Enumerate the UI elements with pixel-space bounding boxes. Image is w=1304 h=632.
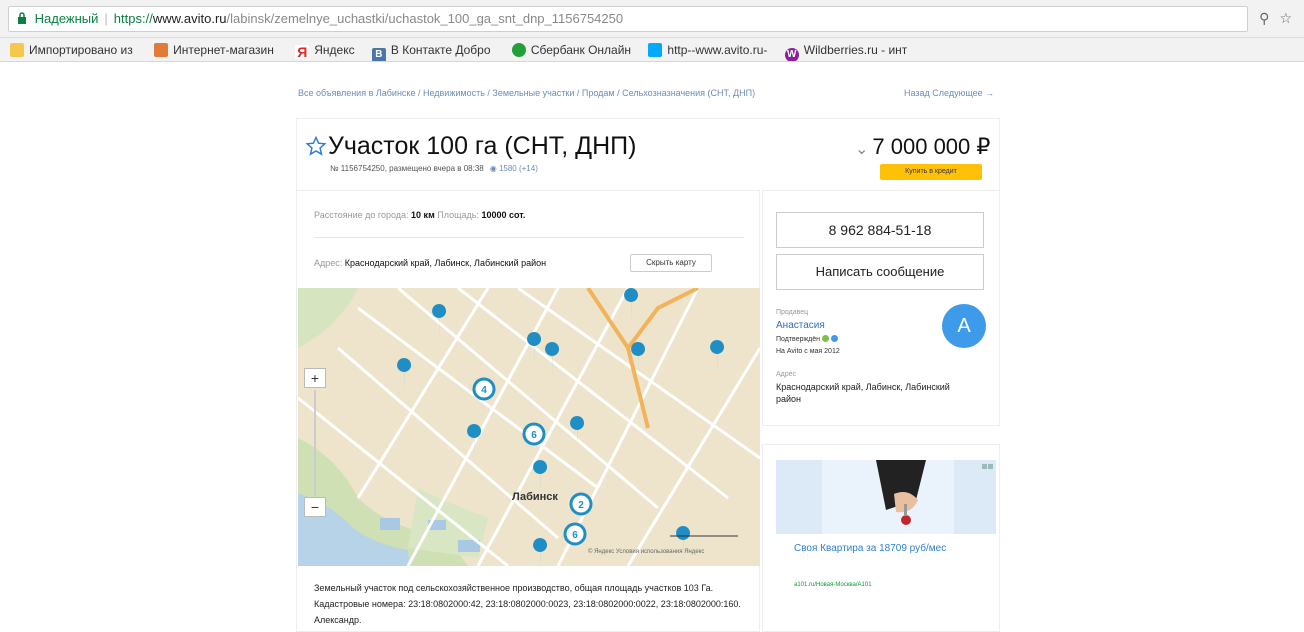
distance-label: Расстояние до города: <box>314 210 409 220</box>
write-message-button[interactable]: Написать сообщение <box>776 254 984 290</box>
bookmark-item[interactable]: W Wildberries.ru - инт <box>784 38 908 61</box>
views-count: ◉ 1580 (+14) <box>490 164 538 173</box>
map-zoom-out-button[interactable]: − <box>304 497 326 517</box>
bookmark-item[interactable]: B В Контакте Добро <box>371 38 491 61</box>
eye-icon: ◉ <box>489 164 499 173</box>
bookmark-item[interactable]: http--www.avito.ru- <box>648 38 768 61</box>
sberbank-icon <box>511 43 526 57</box>
avito-icon <box>648 43 663 57</box>
browser-toolbar: Надежный | https://www.avito.ru/labinsk/ze… <box>0 0 1304 38</box>
bookmark-label: http--www.avito.ru- <box>667 43 768 57</box>
url-scheme: https:// <box>113 11 153 26</box>
map-copyright[interactable]: © Яндекс Условия использования Яндекс <box>588 549 704 555</box>
listing-meta: № 1156754250, размещено вчера в 08:38 ◉ 1… <box>330 164 538 173</box>
breadcrumb[interactable]: Все объявления в Лабинске / Недвижимость… <box>298 88 755 98</box>
seller-since: На Avito с мая 2012 <box>776 348 840 355</box>
url-host: www.avito.ru <box>152 11 227 26</box>
bookmark-label: Интернет-магазин <box>173 43 274 57</box>
bookmark-label: Импортировано из <box>29 43 133 57</box>
vk-icon: B <box>371 48 386 61</box>
map-cluster-count: 2 <box>578 500 584 511</box>
verified-check-icon <box>822 335 830 342</box>
views-label: 1580 (+14) <box>498 164 538 173</box>
toggle-map-button[interactable]: Скрыть карту <box>630 254 712 272</box>
yandex-icon: Я <box>295 44 310 60</box>
map-cluster-count: 4 <box>481 385 487 396</box>
seller-address: Краснодарский край, Лабинск, Лабинский р… <box>776 382 950 404</box>
price-toggle-icon[interactable]: ⌄ <box>855 141 868 158</box>
price-value: 7 000 000 ₽ <box>872 134 991 159</box>
bookmark-label: Сбербанк Онлайн <box>530 43 632 57</box>
seller-verified: Подтверждён <box>776 335 839 343</box>
listing-params: Расстояние до города: 10 км Площадь: 100… <box>314 210 525 220</box>
bookmarks-bar: Импортировано из Интернет-магазин Я Яндек… <box>0 38 1304 62</box>
url-path: /labinsk/zemelnye_uchastki/uchastok_100_… <box>226 11 624 26</box>
favorite-star-icon[interactable] <box>306 136 326 156</box>
buy-on-credit-button[interactable]: Купить в кредит <box>880 164 982 180</box>
address-value: Краснодарский край, Лабинск, Лабинский р… <box>344 258 547 268</box>
bookmark-item[interactable]: Я Яндекс <box>295 38 355 61</box>
address-bar-actions: ⚲ ☆ <box>1249 10 1292 27</box>
address-label: Адрес: <box>314 258 343 268</box>
map-cluster-count: 6 <box>572 530 578 541</box>
info-icon[interactable] <box>831 335 839 342</box>
verified-label: Подтверждён <box>776 336 821 343</box>
bookmark-label: В Контакте Добро <box>390 43 491 57</box>
shop-icon <box>154 43 169 57</box>
ad-url[interactable]: a101.ru/Новая-Москва/A101 <box>794 582 872 588</box>
seller-caption: Продавец <box>776 309 809 316</box>
bookmark-star-icon[interactable]: ☆ <box>1279 10 1292 26</box>
seller-name-link[interactable]: Анастасия <box>776 320 825 331</box>
bookmark-item[interactable]: Импортировано из <box>10 38 133 61</box>
map-zoom-in-button[interactable]: + <box>304 368 326 388</box>
area-value: 10000 сот. <box>481 210 526 220</box>
keys-in-hand-image <box>776 460 996 534</box>
ad-image[interactable] <box>776 460 996 534</box>
price: ⌄ 7 000 000 ₽ <box>855 134 990 160</box>
folder-icon <box>10 43 24 57</box>
wildberries-icon: W <box>784 48 799 61</box>
page-title: Участок 100 га (СНТ, ДНП) <box>328 132 637 160</box>
map-zoom-slider[interactable] <box>314 390 316 496</box>
seller-address-caption: Адрес <box>776 371 797 378</box>
secure-label: Надежный <box>34 11 99 26</box>
prev-next-nav[interactable]: Назад Следующее → <box>904 88 994 98</box>
address-bar[interactable]: Надежный | https://www.avito.ru/labinsk/ze… <box>8 6 1248 32</box>
listing-description: Земельный участок под сельскохозяйственн… <box>314 583 741 625</box>
show-phone-button[interactable]: 8 962 884-51-18 <box>776 212 984 248</box>
bookmark-label: Wildberries.ru - инт <box>803 43 908 57</box>
map-canvas[interactable]: 4 6 2 6 <box>298 288 760 566</box>
avatar[interactable]: А <box>942 304 986 348</box>
area-label: Площадь: <box>437 210 479 220</box>
ad-title-link[interactable]: Своя Квартира за 18709 руб/мес <box>794 542 994 556</box>
map-city-label: Лабинск <box>512 491 558 503</box>
lock-icon <box>18 12 26 24</box>
listing-id-date: № 1156754250, размещено вчера в 08:38 <box>330 164 484 173</box>
listing-address: Адрес: Краснодарский край, Лабинск, Лаби… <box>314 258 546 268</box>
bookmark-label: Яндекс <box>314 43 355 57</box>
map-cluster-count: 6 <box>531 430 537 441</box>
distance-value: 10 км <box>411 210 435 220</box>
separator: | <box>104 11 108 26</box>
divider <box>314 237 744 238</box>
bookmark-item[interactable]: Интернет-магазин <box>154 38 274 61</box>
bookmark-item[interactable]: Сбербанк Онлайн <box>511 38 632 61</box>
zoom-icon[interactable]: ⚲ <box>1259 10 1269 26</box>
map[interactable]: 4 6 2 6 <box>298 288 760 566</box>
